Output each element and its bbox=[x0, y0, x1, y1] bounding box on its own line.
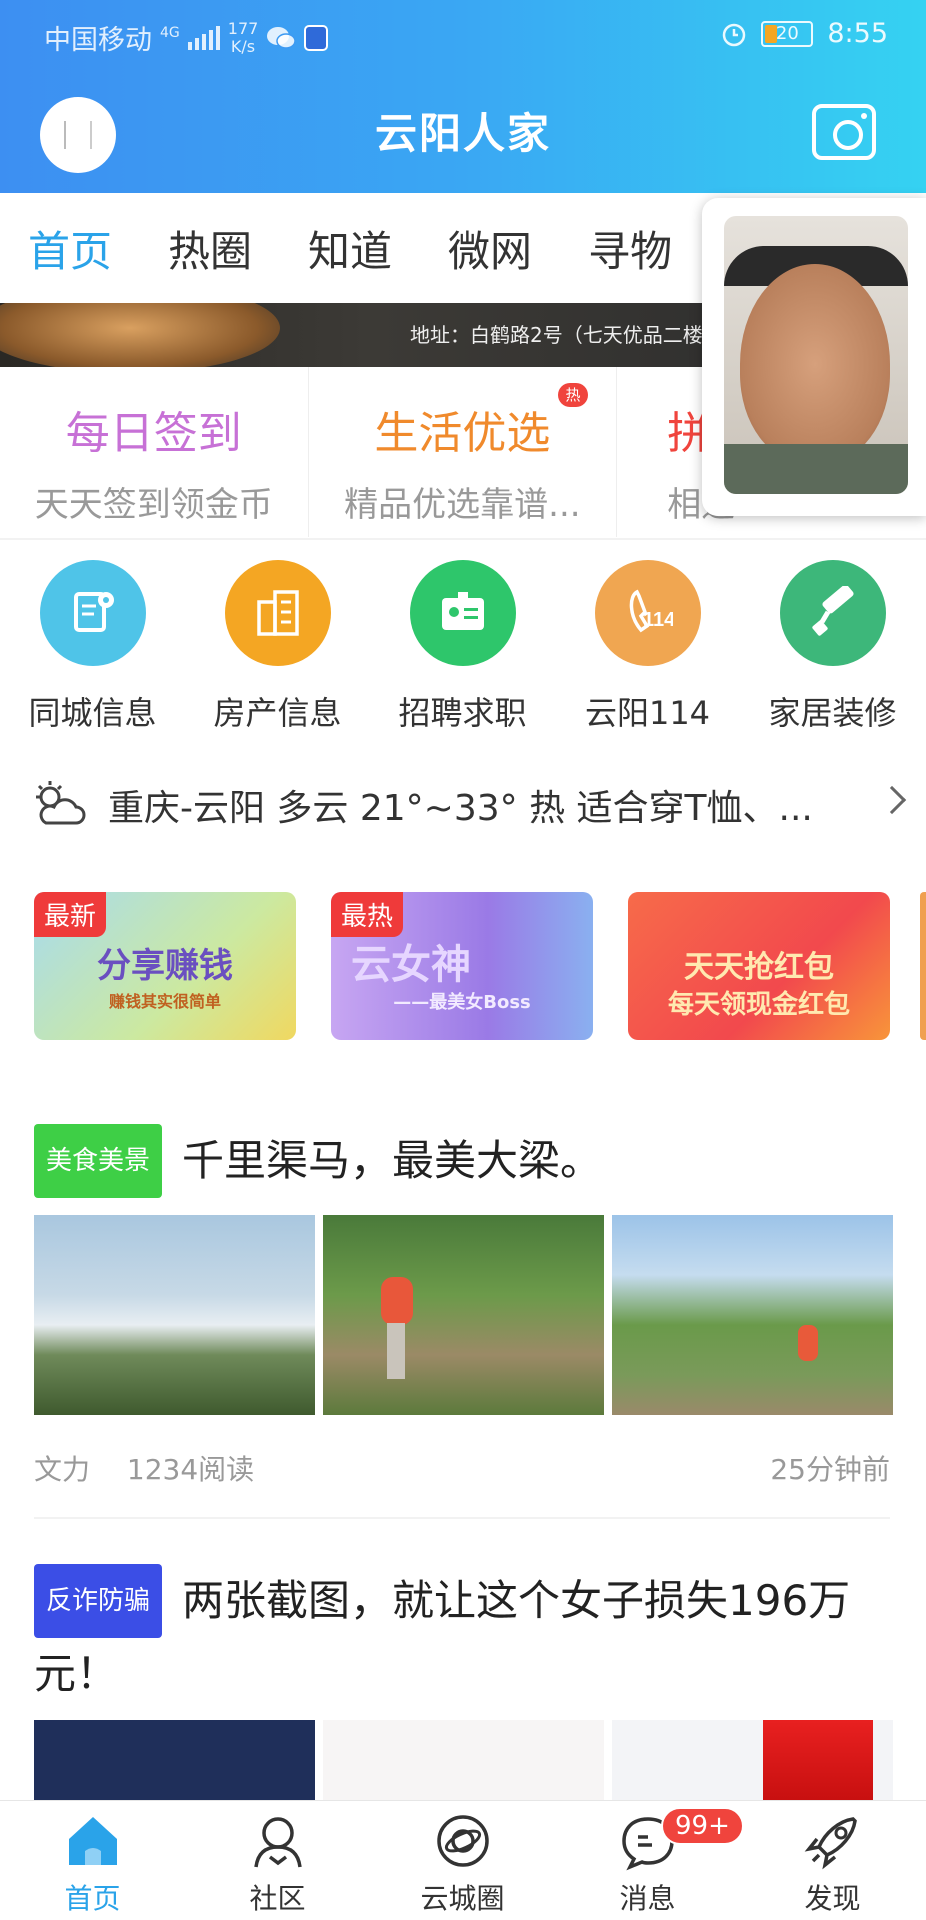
article-time: 25分钟前 bbox=[770, 1453, 890, 1486]
wechat-icon bbox=[267, 26, 297, 49]
nav-discover[interactable]: 发现 bbox=[740, 1801, 925, 1920]
category-tag: 美食美景 bbox=[34, 1124, 163, 1198]
nav-label: 消息 bbox=[619, 1882, 676, 1915]
article-1-title[interactable]: 美食美景 千里渠马，最美大梁。 bbox=[34, 1124, 894, 1198]
rocket-icon bbox=[803, 1811, 863, 1871]
article-image[interactable] bbox=[34, 1720, 315, 1800]
promo-title: 云女神 bbox=[351, 942, 471, 988]
food-image bbox=[0, 303, 280, 367]
service-label: 同城信息 bbox=[28, 694, 157, 732]
building-icon bbox=[224, 560, 331, 666]
article-image[interactable] bbox=[34, 1215, 315, 1415]
video-face bbox=[724, 216, 908, 494]
service-114[interactable]: 114 云阳114 bbox=[555, 560, 740, 734]
service-jobs[interactable]: 招聘求职 bbox=[370, 560, 555, 734]
nav-messages[interactable]: 99+ 消息 bbox=[555, 1801, 744, 1920]
floating-video-window[interactable] bbox=[702, 198, 926, 516]
nav-label: 发现 bbox=[804, 1882, 861, 1915]
tab-home[interactable]: 首页 bbox=[28, 218, 112, 279]
article-2-title[interactable]: 反诈防骗 两张截图，就让这个女子损失196万元！ bbox=[34, 1564, 894, 1707]
clock: 8:55 bbox=[827, 18, 888, 49]
unread-badge: 99+ bbox=[661, 1807, 744, 1845]
article-reads: 1234阅读 bbox=[126, 1453, 255, 1486]
net-speed-unit: K/s bbox=[230, 36, 256, 56]
promo-card-goddess[interactable]: 云女神 ——最美女Boss 最热 bbox=[331, 892, 593, 1040]
promo-tag: 最热 bbox=[331, 892, 404, 937]
status-bar: 中国移动 4G 177 K/s 20 8:55 bbox=[0, 0, 926, 70]
page-title: 云阳人家 bbox=[374, 109, 551, 158]
tab-know[interactable]: 知道 bbox=[308, 218, 392, 279]
nav-label: 社区 bbox=[249, 1882, 306, 1915]
document-location-icon bbox=[39, 560, 146, 666]
tab-lost-found[interactable]: 寻物 bbox=[588, 218, 672, 279]
promo-subtitle: 赚钱其实很简单 bbox=[108, 992, 221, 1011]
alarm-icon bbox=[723, 23, 746, 46]
promo-carousel: 分享赚钱 赚钱其实很简单 最新 云女神 ——最美女Boss 最热 天天抢红包 每… bbox=[34, 892, 890, 1040]
community-icon bbox=[248, 1811, 308, 1871]
tab-hot-circle[interactable]: 热圈 bbox=[168, 218, 252, 279]
service-real-estate[interactable]: 房产信息 bbox=[185, 560, 370, 734]
cloudy-sun-icon bbox=[36, 781, 86, 825]
bottom-nav: 首页 社区 云城圈 99+ 消息 发现 bbox=[0, 1800, 926, 1920]
carrier-label: 中国移动 bbox=[44, 25, 152, 56]
tab-micro-web[interactable]: 微网 bbox=[448, 218, 532, 279]
article-image[interactable] bbox=[612, 1720, 893, 1800]
svg-text:114: 114 bbox=[643, 609, 673, 631]
promo-title: 分享赚钱 bbox=[97, 946, 233, 986]
article-title-text: 千里渠马，最美大梁。 bbox=[182, 1136, 603, 1185]
article-1-images bbox=[34, 1215, 893, 1415]
net-speed: 177 K/s bbox=[227, 18, 259, 56]
service-label: 房产信息 bbox=[213, 694, 342, 732]
paint-roller-icon bbox=[779, 560, 886, 666]
app-header: 中国移动 4G 177 K/s 20 8:55 云阳人家 bbox=[0, 0, 926, 193]
nav-label: 首页 bbox=[64, 1882, 121, 1915]
promo-subtitle: ——最美女Boss bbox=[393, 992, 531, 1013]
article-image[interactable] bbox=[323, 1720, 604, 1800]
category-tag: 反诈防骗 bbox=[34, 1564, 163, 1638]
quick-action-title: 每日签到 bbox=[65, 408, 242, 459]
nav-label: 云城圈 bbox=[420, 1882, 505, 1915]
battery-level: 20 bbox=[775, 22, 799, 44]
weather-text: 重庆-云阳 多云 21°~33° 热 适合穿T恤、... bbox=[108, 788, 813, 829]
article-image[interactable] bbox=[323, 1215, 604, 1415]
promo-title: 天天抢红包 bbox=[684, 950, 834, 985]
home-icon bbox=[63, 1811, 123, 1871]
shield-icon bbox=[304, 24, 329, 51]
signal-icon bbox=[187, 25, 220, 50]
planet-icon bbox=[433, 1811, 493, 1871]
nav-home[interactable]: 首页 bbox=[0, 1801, 185, 1920]
promo-card-share[interactable]: 分享赚钱 赚钱其实很简单 最新 bbox=[34, 892, 296, 1040]
banner-address: 地址：白鹤路2号（七天优品二楼 bbox=[410, 323, 703, 347]
article-2-images bbox=[34, 1720, 893, 1800]
article-1-meta: 文力 1234阅读 25分钟前 bbox=[34, 1448, 890, 1488]
promo-card-red-packet[interactable]: 天天抢红包 每天领现金红包 bbox=[628, 892, 890, 1040]
network-label: 4G bbox=[160, 24, 180, 41]
battery-icon: 20 bbox=[761, 20, 814, 47]
service-label: 招聘求职 bbox=[398, 694, 527, 732]
chevron-right-icon bbox=[877, 785, 907, 815]
service-grid: 同城信息 房产信息 招聘求职 114 云阳114 家居装修 bbox=[0, 560, 926, 734]
promo-subtitle: 每天领现金红包 bbox=[667, 990, 850, 1020]
service-home-decor[interactable]: 家居装修 bbox=[740, 560, 925, 734]
id-card-icon bbox=[409, 560, 516, 666]
quick-action-subtitle: 天天签到领金币 bbox=[34, 485, 273, 525]
divider bbox=[34, 1517, 890, 1519]
hot-badge: 热 bbox=[558, 383, 588, 407]
article-image[interactable] bbox=[612, 1215, 893, 1415]
nav-community[interactable]: 社区 bbox=[185, 1801, 370, 1920]
next-promo-edge bbox=[920, 892, 926, 1040]
quick-action-subtitle: 精品优选靠谱... bbox=[344, 485, 581, 525]
phone-114-icon: 114 bbox=[594, 560, 701, 666]
net-speed-value: 177 bbox=[227, 18, 259, 38]
service-label: 家居装修 bbox=[768, 694, 897, 732]
service-local-info[interactable]: 同城信息 bbox=[0, 560, 185, 734]
camera-icon[interactable] bbox=[812, 104, 876, 160]
article-author: 文力 bbox=[34, 1453, 91, 1486]
weather-bar[interactable]: 重庆-云阳 多云 21°~33° 热 适合穿T恤、... bbox=[32, 770, 907, 840]
nav-cloud-city[interactable]: 云城圈 bbox=[370, 1801, 555, 1920]
divider bbox=[0, 538, 926, 540]
promo-tag: 最新 bbox=[34, 892, 107, 937]
daily-checkin-card[interactable]: 每日签到 天天签到领金币 bbox=[0, 367, 309, 537]
service-label: 云阳114 bbox=[584, 694, 711, 732]
